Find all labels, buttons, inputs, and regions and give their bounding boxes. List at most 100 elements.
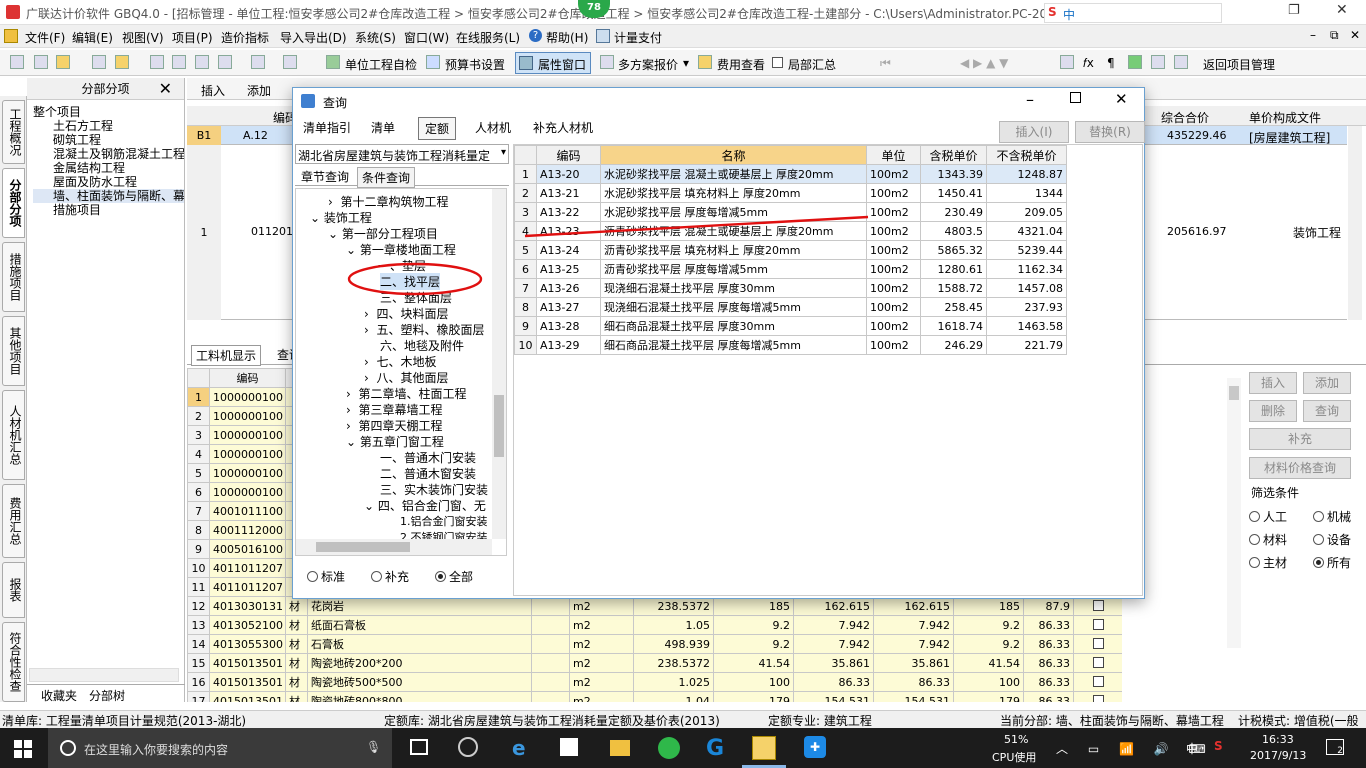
back-to-project-button[interactable]: 返回项目管理 <box>1203 56 1275 73</box>
tab-fee-summary[interactable]: 费用汇总 <box>2 484 25 558</box>
labor-row[interactable]: 12 4013030131 材花岗岩 m2 238.5372 185 162.615 162.… <box>187 596 1122 616</box>
menu-edit[interactable]: 编辑(E) <box>72 29 113 46</box>
glodon-icon[interactable]: G <box>706 736 724 761</box>
budget-settings-button[interactable]: 预算书设置 <box>445 56 505 73</box>
fee-view-button[interactable]: 费用查看 <box>717 56 765 73</box>
redo-icon[interactable] <box>283 55 297 69</box>
tab-tree[interactable]: 分部树 <box>89 687 125 704</box>
tab-sub-items[interactable]: 分部分项 <box>2 168 25 238</box>
menu-file[interactable]: 文件(F) <box>25 29 65 46</box>
ime-toolbar[interactable]: S 中 <box>1044 3 1222 23</box>
filter-equipment[interactable]: 设备 <box>1313 531 1351 548</box>
row-checkbox[interactable] <box>1092 656 1104 668</box>
clock-time[interactable]: 16:33 <box>1262 733 1294 746</box>
browser-icon[interactable] <box>658 737 680 759</box>
filter-all[interactable]: 所有 <box>1313 554 1351 571</box>
restore-button[interactable]: ❐ <box>1288 3 1300 18</box>
tree-item[interactable]: 金属结构工程 <box>33 161 184 175</box>
feishu-icon[interactable]: ✚ <box>804 736 826 758</box>
menu-system[interactable]: 系统(S) <box>355 29 396 46</box>
row-checkbox[interactable] <box>1092 694 1104 702</box>
vertical-scrollbar[interactable] <box>1348 126 1362 320</box>
multi-plan-button[interactable]: 多方案报价 <box>618 56 678 73</box>
delete-icon[interactable] <box>218 55 232 69</box>
tab-reports[interactable]: 报表 <box>2 562 25 618</box>
app-icon[interactable] <box>458 737 478 757</box>
close-button[interactable]: ✕ <box>1336 2 1348 18</box>
filter-labor[interactable]: 人工 <box>1249 508 1287 525</box>
cube-icon[interactable] <box>1128 55 1142 69</box>
labor-row[interactable]: 14 4013055300 材石膏板 m2 498.939 9.2 7.942 7.942 9.… <box>187 634 1122 654</box>
mdi-restore[interactable]: ⧉ <box>1330 28 1339 43</box>
edge-icon[interactable]: e <box>512 736 526 760</box>
folder-icon[interactable] <box>115 55 129 69</box>
copy-icon[interactable] <box>172 55 186 69</box>
close-icon[interactable]: ✕ <box>159 78 172 100</box>
explorer-icon[interactable] <box>610 740 630 756</box>
insert-button[interactable]: 插入 <box>201 82 225 99</box>
mdi-minimize[interactable]: – <box>1310 28 1316 42</box>
cut-icon[interactable] <box>150 55 164 69</box>
paragraph-icon[interactable]: ¶ <box>1107 56 1115 70</box>
side-query-button[interactable]: 查询 <box>1303 400 1351 422</box>
tree-item[interactable]: 整个项目 <box>33 105 184 119</box>
nav-first-icon[interactable]: ⏮ <box>880 56 891 71</box>
tab-project-overview[interactable]: 工程概况 <box>2 100 25 164</box>
tab-labor-machine[interactable]: 工料机显示 <box>191 345 262 366</box>
new-icon[interactable] <box>10 55 24 69</box>
new-project-icon[interactable] <box>34 55 48 69</box>
row-checkbox[interactable] <box>1092 637 1104 649</box>
windows-start-icon[interactable] <box>14 740 32 758</box>
menu-view[interactable]: 视图(V) <box>122 29 164 46</box>
filter-main-material[interactable]: 主材 <box>1249 554 1287 571</box>
open-icon[interactable] <box>56 55 70 69</box>
self-check-button[interactable]: 单位工程自检 <box>345 56 417 73</box>
tree-item[interactable]: 土石方工程 <box>33 119 184 133</box>
menu-import-export[interactable]: 导入导出(D) <box>280 29 347 46</box>
notification-icon[interactable]: 2 <box>1326 739 1344 756</box>
side-insert-button[interactable]: 插入 <box>1249 372 1297 394</box>
undo-icon[interactable] <box>251 55 265 69</box>
labor-row[interactable]: 13 4013052100 材纸面石膏板 m2 1.05 9.2 7.942 7.942 9.2… <box>187 615 1122 635</box>
calculator-icon[interactable] <box>1060 55 1074 69</box>
task-view-icon[interactable] <box>410 739 428 755</box>
tab-measures[interactable]: 措施项目 <box>2 242 25 312</box>
lower-scrollbar[interactable] <box>1227 378 1241 648</box>
side-supplement-button[interactable]: 补充 <box>1249 428 1351 450</box>
local-summary-checkbox[interactable] <box>772 57 783 68</box>
clock-date[interactable]: 2017/9/13 <box>1250 749 1306 762</box>
tab-other-items[interactable]: 其他项目 <box>2 316 25 386</box>
chevron-down-icon[interactable]: ▾ <box>683 56 689 70</box>
store-icon[interactable] <box>560 738 578 756</box>
filter-machine[interactable]: 机械 <box>1313 508 1351 525</box>
list-icon[interactable] <box>1174 55 1188 69</box>
doc-icon[interactable] <box>1151 55 1165 69</box>
add-button[interactable]: 添加 <box>247 82 271 99</box>
mdi-close[interactable]: ✕ <box>1350 28 1360 42</box>
row-checkbox[interactable] <box>1092 618 1104 630</box>
labor-row[interactable]: 16 4015013501 材陶瓷地砖500*500 m2 1.025 100 86.33 8… <box>187 672 1122 692</box>
tree-item[interactable]: 措施项目 <box>33 203 184 217</box>
menu-measure-pay[interactable]: 计量支付 <box>614 29 662 46</box>
input-language[interactable]: 中 <box>1186 740 1198 757</box>
menu-project[interactable]: 项目(P) <box>172 29 213 46</box>
row-checkbox[interactable] <box>1092 599 1104 611</box>
filter-material[interactable]: 材料 <box>1249 531 1287 548</box>
labor-row[interactable]: 15 4015013501 材陶瓷地砖200*200 m2 238.5372 41.54 3… <box>187 653 1122 673</box>
attr-window-button[interactable]: 属性窗口 <box>515 52 591 74</box>
tab-labor-material[interactable]: 人材机汇总 <box>2 390 25 480</box>
tree-item-selected[interactable]: 墙、柱面装饰与隔断、幕墙 <box>33 189 184 203</box>
save-icon[interactable] <box>92 55 106 69</box>
tab-favorites[interactable]: 收藏夹 <box>41 687 77 704</box>
row-checkbox[interactable] <box>1092 675 1104 687</box>
gbq-icon[interactable] <box>752 736 776 760</box>
scroll-thumb[interactable] <box>1229 386 1239 400</box>
menu-help[interactable]: 帮助(H) <box>546 29 588 46</box>
material-price-query-button[interactable]: 材料价格查询 <box>1249 457 1351 479</box>
tree-item[interactable]: 混凝土及钢筋混凝土工程 <box>33 147 184 161</box>
paste-icon[interactable] <box>195 55 209 69</box>
tree-item[interactable]: 屋面及防水工程 <box>33 175 184 189</box>
menu-online[interactable]: 在线服务(L) <box>456 29 520 46</box>
fx-icon[interactable]: 𝑓x <box>1083 56 1094 71</box>
horizontal-scrollbar[interactable] <box>29 668 179 682</box>
